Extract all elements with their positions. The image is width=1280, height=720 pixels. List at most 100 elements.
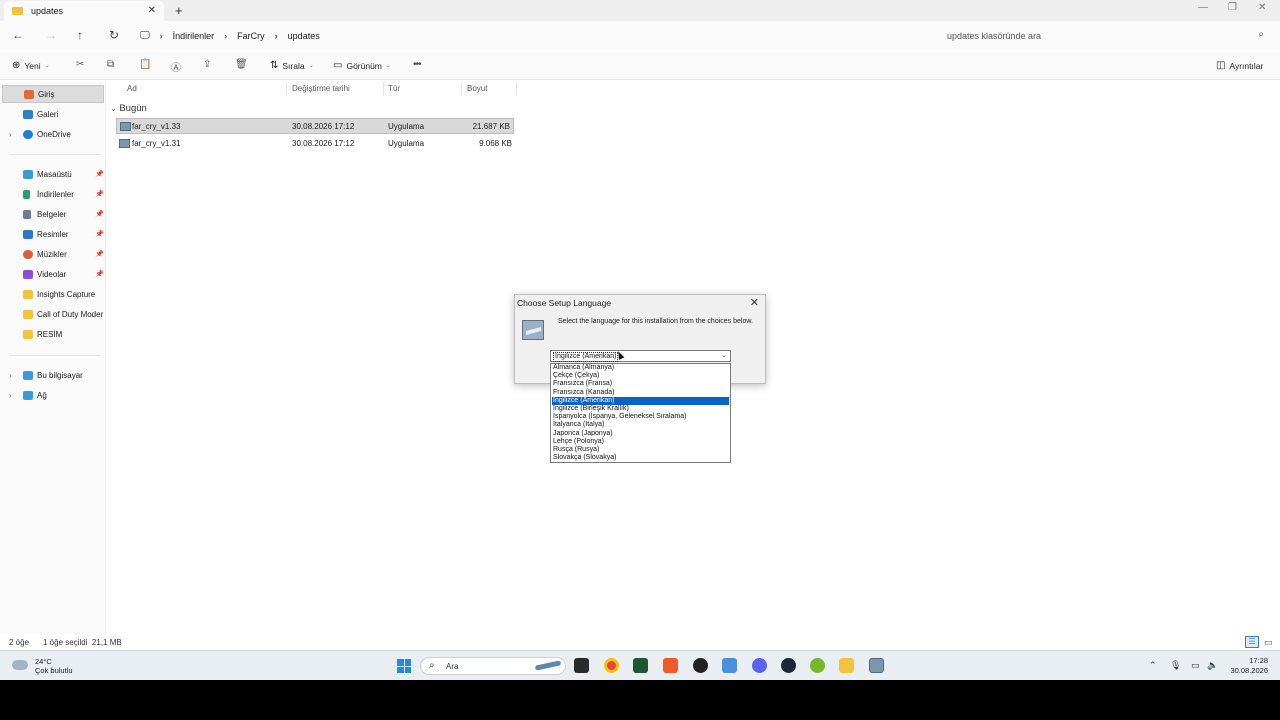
view-button[interactable]: ▭ Görünüm ⌄ [333,60,391,71]
group-header-today[interactable]: ⌄ Bugün [110,103,147,114]
column-header-date[interactable]: Değiştirme tarihi [292,84,350,93]
sidebar-item-downloads[interactable]: İndirilenler 📌 [2,185,104,203]
column-divider[interactable] [461,82,462,96]
sidebar-item-this-pc[interactable]: › Bu bilgisayar [2,366,104,384]
tab-close-icon[interactable]: ✕ [148,5,156,16]
pin-icon[interactable]: 📌 [95,170,104,178]
sidebar-item-pictures[interactable]: Resimler 📌 [2,225,104,243]
microphone-icon[interactable]: 🎙 [1170,660,1181,671]
new-button[interactable]: ⊕ Yeni ⌄ [12,60,50,71]
sidebar-item-call-of-duty[interactable]: Call of Duty Moder [2,305,104,323]
rename-icon[interactable]: Ⓐ [171,59,181,74]
column-header-name[interactable]: Ad [127,84,137,93]
breadcrumb-chevron-icon[interactable]: › [160,31,163,41]
language-option[interactable]: Slovakça (Slovakya) [552,454,729,462]
language-select[interactable]: İngilizce (Amerikan) ⌄ [550,350,731,362]
taskbar-search[interactable]: ⌕ Ara [420,657,566,675]
pin-icon[interactable]: 📌 [95,250,104,258]
computer-icon[interactable]: 🖵 [140,30,150,41]
chrome-icon[interactable] [604,658,619,673]
sidebar-item-videos[interactable]: Videolar 📌 [2,265,104,283]
language-option[interactable]: Japonca (Japonya) [552,430,729,438]
language-option-highlighted[interactable]: İngilizce (Amerikan) [552,396,729,405]
taskbar-search-placeholder: Ara [446,662,459,671]
utorrent-icon[interactable] [810,658,825,673]
paste-icon[interactable]: 📋 [139,59,151,70]
chevron-right-icon[interactable]: › [9,130,12,139]
clock[interactable]: 17:28 30.08.2026 [1228,656,1268,676]
cut-icon[interactable]: ✂ [76,59,84,70]
file-row[interactable]: far_cry_v1.31 30.08.2026 17:12 Uygulama … [116,136,514,152]
pin-icon[interactable]: 📌 [95,210,104,218]
pin-icon[interactable]: 📌 [95,230,104,238]
search-input[interactable]: updates klasöründe ara ⌕ [938,25,1272,46]
breadcrumb-chevron-icon[interactable]: › [275,31,278,41]
sidebar-item-music[interactable]: Müzikler 📌 [2,245,104,263]
dialog-close-icon[interactable]: ✕ [750,296,759,309]
column-divider[interactable] [516,82,517,96]
details-view-icon[interactable]: ☰ [1245,636,1259,648]
breadcrumb-farcry[interactable]: FarCry [237,31,265,41]
minimize-button[interactable]: — [1198,2,1208,13]
sidebar-item-onedrive[interactable]: › OneDrive [2,125,104,143]
installer-taskbar-icon[interactable] [869,658,884,673]
speaker-icon[interactable]: 🔈 [1207,660,1218,671]
new-tab-button[interactable]: + [175,3,183,18]
column-divider[interactable] [286,82,287,96]
pin-icon[interactable]: 📌 [95,190,104,198]
more-options-icon[interactable]: ••• [413,59,421,70]
app-icon[interactable] [633,658,648,673]
close-window-button[interactable]: ✕ [1258,2,1266,13]
language-option[interactable]: Lehçe (Polonya) [552,438,729,446]
chevron-up-icon[interactable]: ⌃ [1149,660,1157,671]
column-header-type[interactable]: Tür [388,84,400,93]
language-option[interactable]: Almanca (Almanya) [552,364,729,372]
up-icon[interactable]: ↑ [77,28,83,42]
language-option[interactable]: Çekçe (Çekya) [552,372,729,380]
column-divider[interactable] [383,82,384,96]
pin-icon[interactable]: 📌 [95,270,104,278]
sidebar-item-gallery[interactable]: Galeri [2,105,104,123]
chevron-down-icon[interactable]: ⌄ [721,351,727,359]
breadcrumb-updates[interactable]: updates [288,31,320,41]
file-explorer-icon[interactable] [839,658,854,673]
language-option[interactable]: Fransızca (Kanada) [552,389,729,397]
back-icon[interactable]: ← [12,28,24,42]
sidebar-item-home[interactable]: Giriş [2,85,104,103]
breadcrumb-downloads[interactable]: İndirilenler [173,31,215,41]
sidebar-item-desktop[interactable]: Masaüstü 📌 [2,165,104,183]
app-icon[interactable] [693,658,708,673]
start-button[interactable] [397,659,411,673]
app-icon[interactable] [722,658,737,673]
file-row[interactable]: far_cry_v1.33 30.08.2026 17:12 Uygulama … [116,118,514,134]
brave-icon[interactable] [663,658,678,673]
sidebar-item-resim[interactable]: RESİM [2,325,104,343]
display-icon[interactable]: ▭ [1191,660,1200,671]
share-icon[interactable]: ⇪ [203,59,211,70]
sidebar-item-insights-capture[interactable]: Insights Capture [2,285,104,303]
refresh-icon[interactable]: ↻ [109,28,119,42]
sidebar-item-network[interactable]: › Ağ [2,386,104,404]
maximize-button[interactable]: ❐ [1228,2,1237,13]
chevron-right-icon[interactable]: › [9,391,12,400]
language-option[interactable]: İtalyanca (İtalya) [552,421,729,429]
details-button[interactable]: ◫ Ayrıntılar [1216,60,1263,71]
steam-icon[interactable] [781,658,796,673]
discord-icon[interactable] [752,658,767,673]
task-view-icon[interactable] [574,658,589,673]
copy-icon[interactable]: ⧉ [107,59,114,70]
breadcrumb-chevron-icon[interactable]: › [224,31,227,41]
column-header-size[interactable]: Boyut [467,84,487,93]
weather-widget[interactable]: 24°C Çok bulutlu [12,657,73,675]
sidebar-item-documents[interactable]: Belgeler 📌 [2,205,104,223]
language-option[interactable]: Fransızca (Fransa) [552,380,729,388]
tiles-view-icon[interactable]: ▭ [1264,637,1273,648]
chevron-right-icon[interactable]: › [9,371,12,380]
delete-icon[interactable]: 🗑 [235,59,248,70]
language-option[interactable]: İngilizce (Birleşik Krallık) [552,405,729,413]
language-option[interactable]: Rusça (Rusya) [552,446,729,454]
sort-button[interactable]: ⇅ Sırala ⌄ [270,60,314,71]
search-icon[interactable]: ⌕ [1258,29,1264,40]
forward-icon[interactable]: → [45,28,57,42]
tab-updates[interactable]: updates ✕ [4,1,164,21]
